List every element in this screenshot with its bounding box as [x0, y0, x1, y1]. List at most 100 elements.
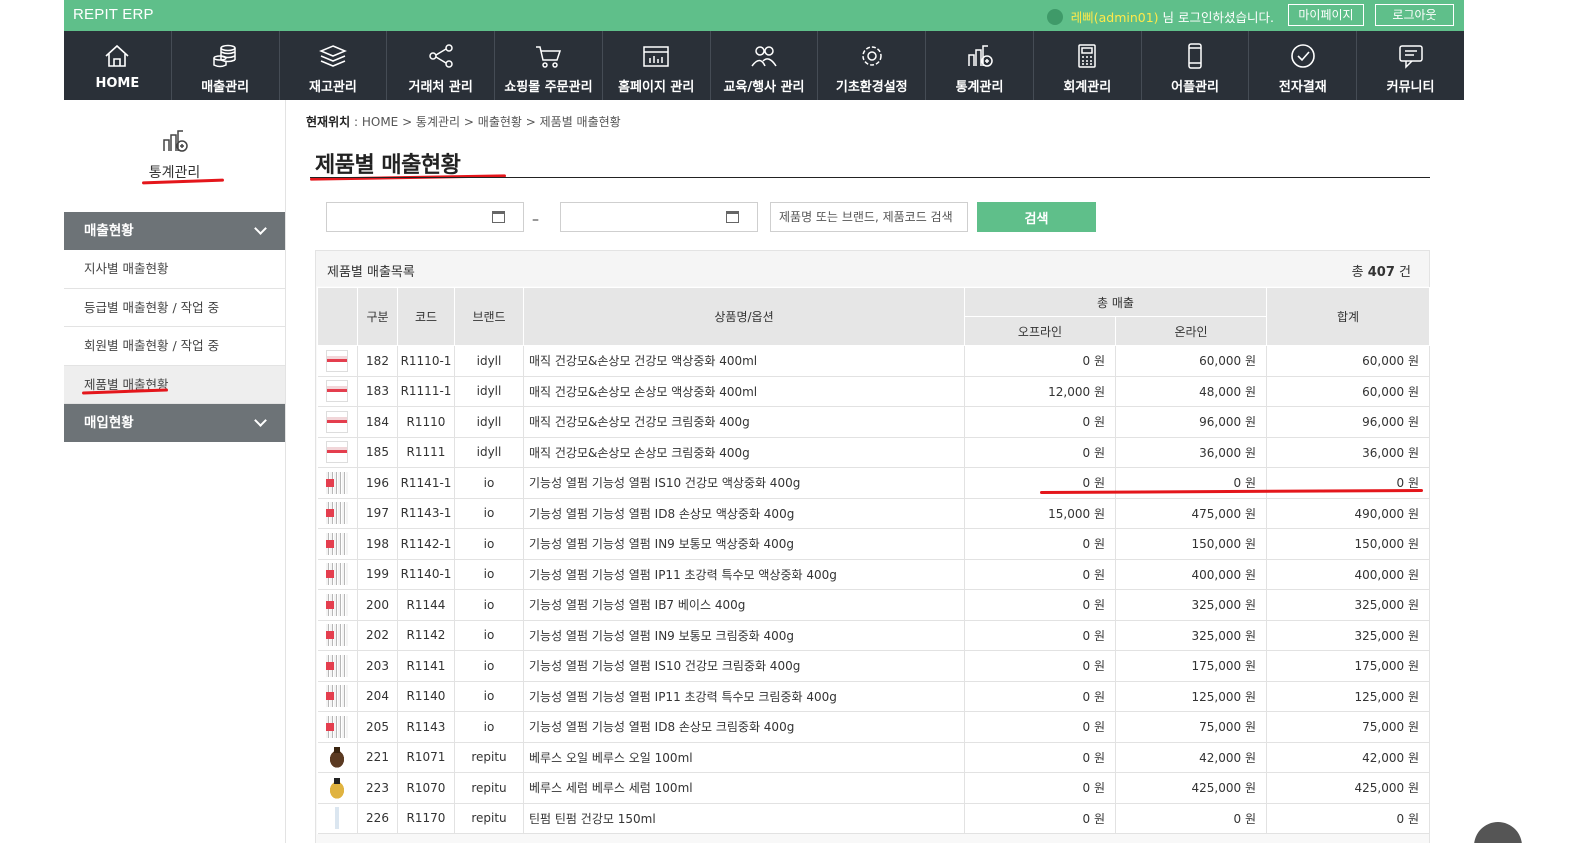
app-frame: REPIT ERP 레삐(admin01) 님 로그인하셨습니다. 마이페이지 … [64, 0, 1522, 843]
sales-sum: 150,000 원 [1266, 528, 1430, 560]
offline-sales: 0 원 [964, 681, 1116, 712]
product-name: 매직 건강모&손상모 손상모 크림중화 400g [523, 437, 965, 468]
table-row[interactable]: 221 R1071 repitu 베루스 오일 베루스 오일 100ml 0 원 42,0… [317, 742, 1430, 773]
table-row[interactable]: 199 R1140-1 io 기능성 열펌 기능성 열펌 IP11 초강력 특수모 액… [317, 559, 1430, 590]
table-row[interactable]: 196 R1141-1 io 기능성 열펌 기능성 열펌 IS10 건강모 액상중화 … [317, 467, 1430, 499]
brand-name: io [454, 528, 524, 560]
brand-name: io [454, 559, 524, 590]
top-bar: REPIT ERP 레삐(admin01) 님 로그인하셨습니다. 마이페이지 … [64, 0, 1464, 31]
scroll-to-top-button[interactable] [1474, 822, 1522, 843]
nav-item-approval[interactable]: 전자결재 [1249, 31, 1358, 100]
nav-item-app[interactable]: 어플관리 [1142, 31, 1250, 100]
product-name: 매직 건강모&손상모 건강모 액상중화 400ml [523, 345, 965, 377]
table-row[interactable]: 198 R1142-1 io 기능성 열펌 기능성 열펌 IN9 보통모 액상중화 4… [317, 528, 1430, 560]
product-name: 기능성 열펌 기능성 열펌 IS10 건강모 크림중화 400g [523, 650, 965, 682]
nav-item-statistics[interactable]: 통계관리 [926, 31, 1034, 100]
table-row[interactable]: 182 R1110-1 idyll 매직 건강모&손상모 건강모 액상중화 400ml… [317, 345, 1430, 377]
table-row[interactable]: 226 R1170 repitu 틴펌 틴펌 건강모 150ml 0 원0 원0 원 [317, 803, 1430, 834]
product-code: R1111-1 [397, 376, 455, 407]
row-number: 184 [357, 406, 398, 438]
table-row[interactable]: 185 R1111 idyll 매직 건강모&손상모 손상모 크림중화 400g 0 원… [317, 437, 1430, 468]
table-row[interactable]: 183 R1111-1 idyll 매직 건강모&손상모 손상모 액상중화 400ml… [317, 376, 1430, 407]
date-range-dash: – [532, 212, 539, 228]
sidebar-item-product-sales[interactable]: 제품별 매출현황 [64, 365, 285, 404]
online-sales: 125,000 원 [1115, 681, 1267, 712]
mobile-icon [1188, 43, 1202, 69]
logout-button[interactable]: 로그아웃 [1375, 4, 1454, 26]
sales-sum: 425,000 원 [1266, 772, 1430, 804]
brand-name: idyll [454, 406, 524, 438]
login-info: 레삐(admin01) 님 로그인하셨습니다. [1046, 7, 1274, 26]
brand-name: repitu [454, 803, 524, 834]
home-icon [105, 44, 129, 67]
row-number: 183 [357, 376, 398, 407]
app-logo[interactable]: REPIT ERP [73, 6, 154, 23]
product-name: 매직 건강모&손상모 손상모 액상중화 400ml [523, 376, 965, 407]
mypage-button[interactable]: 마이페이지 [1288, 4, 1364, 26]
cart-icon [536, 46, 562, 68]
online-sales: 325,000 원 [1115, 620, 1267, 651]
row-number: 203 [357, 650, 398, 682]
product-name: 베루스 오일 베루스 오일 100ml [523, 742, 965, 773]
online-sales: 325,000 원 [1115, 589, 1267, 621]
sidebar-item-branch-sales[interactable]: 지사별 매출현황 [64, 250, 285, 289]
sidebar-category-purchase-status[interactable]: 매입현황 [64, 404, 285, 442]
nav-item-community[interactable]: 커뮤니티 [1357, 31, 1464, 100]
online-sales: 60,000 원 [1115, 345, 1267, 377]
product-code: R1170 [397, 803, 455, 834]
online-sales: 75,000 원 [1115, 711, 1267, 743]
online-sales: 0 원 [1115, 803, 1267, 834]
online-sales: 48,000 원 [1115, 376, 1267, 407]
calendar-icon[interactable] [726, 211, 739, 223]
main-nav: HOME 매출관리 재고관리 거래처 관리 쇼핑몰 주문관리 홈페이지 관리 교… [64, 31, 1464, 100]
search-input[interactable] [770, 202, 968, 232]
row-number: 226 [357, 803, 398, 834]
page-title: 제품별 매출현황 [315, 153, 461, 178]
product-image [326, 471, 349, 494]
network-icon [428, 44, 453, 68]
product-code: R1140-1 [397, 559, 455, 590]
sidebar-item-grade-sales[interactable]: 등급별 매출현황 / 작업 중 [64, 289, 285, 327]
nav-item-education[interactable]: 교육/행사 관리 [711, 31, 819, 100]
start-date-input[interactable] [326, 202, 524, 232]
product-code: R1143-1 [397, 498, 455, 529]
product-code: R1141-1 [397, 467, 455, 499]
sidebar-category-sales-status[interactable]: 매출현황 [64, 212, 285, 250]
table-row[interactable]: 184 R1110 idyll 매직 건강모&손상모 건강모 크림중화 400g 0 원… [317, 406, 1430, 438]
offline-sales: 0 원 [964, 345, 1116, 377]
product-thumbnail [317, 406, 358, 438]
sales-sum: 75,000 원 [1266, 711, 1430, 743]
nav-item-clients[interactable]: 거래처 관리 [387, 31, 496, 100]
offline-sales: 0 원 [964, 772, 1116, 804]
product-thumbnail [317, 650, 358, 682]
search-button[interactable]: 검색 [977, 202, 1096, 232]
product-name: 기능성 열펌 기능성 열펌 IP11 초강력 특수모 액상중화 400g [523, 559, 965, 590]
table-row[interactable]: 197 R1143-1 io 기능성 열펌 기능성 열펌 ID8 손상모 액상중화 4… [317, 498, 1430, 529]
offline-sales: 0 원 [964, 406, 1116, 438]
table-row[interactable]: 202 R1142 io 기능성 열펌 기능성 열펌 IN9 보통모 크림중화 400… [317, 620, 1430, 651]
table-row[interactable]: 200 R1144 io 기능성 열펌 기능성 열펌 IB7 베이스 400g 0 원3… [317, 589, 1430, 621]
sales-sum: 125,000 원 [1266, 681, 1430, 712]
list-total-count: 총 407 건 [1351, 265, 1411, 280]
nav-item-accounting[interactable]: 회계관리 [1034, 31, 1142, 100]
nav-item-homepage[interactable]: 홈페이지 관리 [603, 31, 711, 100]
column-header-offline: 오프라인 [964, 316, 1116, 346]
nav-item-home[interactable]: HOME [64, 31, 172, 100]
nav-item-settings[interactable]: 기초환경설정 [818, 31, 927, 100]
sidebar-item-member-sales[interactable]: 회원별 매출현황 / 작업 중 [64, 327, 285, 366]
product-name: 기능성 열펌 기능성 열펌 IB7 베이스 400g [523, 589, 965, 621]
product-image [326, 593, 349, 616]
brand-name: io [454, 650, 524, 682]
brand-name: io [454, 589, 524, 621]
calendar-icon[interactable] [492, 211, 505, 223]
table-row[interactable]: 223 R1070 repitu 베루스 세럼 베루스 세럼 100ml 0 원 425,… [317, 772, 1430, 804]
product-name: 틴펌 틴펌 건강모 150ml [523, 803, 965, 834]
nav-item-inventory[interactable]: 재고관리 [280, 31, 388, 100]
table-row[interactable]: 205 R1143 io 기능성 열펌 기능성 열펌 ID8 손상모 크림중화 400… [317, 711, 1430, 743]
table-row[interactable]: 203 R1141 io 기능성 열펌 기능성 열펌 IS10 건강모 크림중화 40… [317, 650, 1430, 682]
end-date-input[interactable] [560, 202, 758, 232]
nav-item-shop-orders[interactable]: 쇼핑몰 주문관리 [495, 31, 603, 100]
nav-item-sales[interactable]: 매출관리 [172, 31, 280, 100]
table-row[interactable]: 204 R1140 io 기능성 열펌 기능성 열펌 IP11 초강력 특수모 크림중… [317, 681, 1430, 712]
product-code: R1143 [397, 711, 455, 743]
